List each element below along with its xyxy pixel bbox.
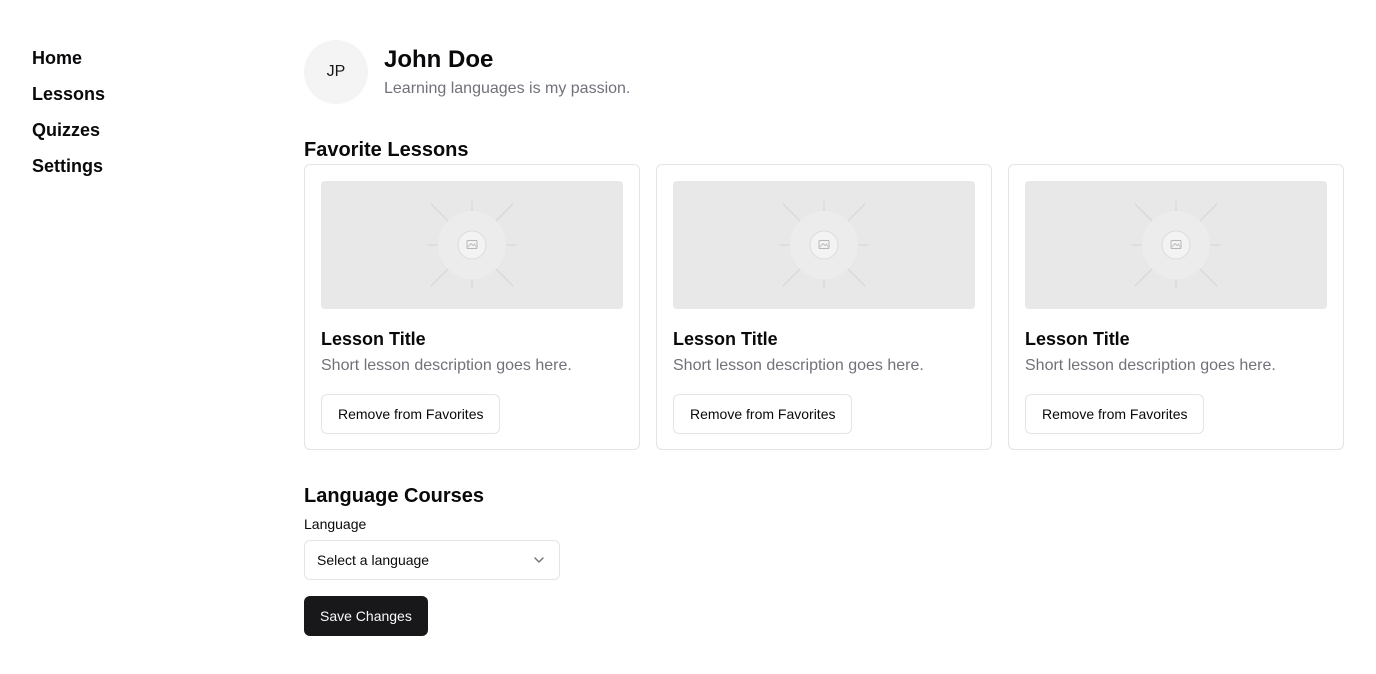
- profile-info: John Doe Learning languages is my passio…: [384, 40, 630, 101]
- profile-bio: Learning languages is my passion.: [384, 80, 631, 97]
- lesson-card: Lesson Title Short lesson description go…: [304, 164, 640, 450]
- lesson-card: Lesson Title Short lesson description go…: [656, 164, 992, 450]
- sidebar-item-settings[interactable]: Settings: [32, 148, 232, 184]
- sidebar-item-home[interactable]: Home: [32, 40, 232, 76]
- remove-from-favorites-button[interactable]: Remove from Favorites: [1025, 394, 1205, 434]
- avatar: JP: [304, 40, 368, 104]
- favorite-lessons-heading: Favorite Lessons: [304, 139, 469, 161]
- lesson-description: Short lesson description goes here.: [1025, 357, 1276, 374]
- language-select-value: Select a language: [317, 552, 430, 568]
- image-placeholder-icon: [1132, 201, 1220, 289]
- lesson-description: Short lesson description goes here.: [321, 357, 572, 374]
- lesson-image: [1025, 181, 1327, 309]
- sidebar-item-lessons[interactable]: Lessons: [32, 76, 232, 112]
- lesson-title: Lesson Title: [1025, 329, 1130, 349]
- chevron-down-icon: [534, 557, 544, 563]
- lesson-title: Lesson Title: [321, 329, 426, 349]
- lesson-card: Lesson Title Short lesson description go…: [1008, 164, 1344, 450]
- sidebar-item-quizzes[interactable]: Quizzes: [32, 112, 232, 148]
- save-changes-button[interactable]: Save Changes: [304, 596, 428, 636]
- lesson-image: [321, 181, 623, 309]
- language-courses-heading: Language Courses: [304, 485, 485, 507]
- remove-from-favorites-button[interactable]: Remove from Favorites: [673, 394, 853, 434]
- image-placeholder-icon: [780, 201, 868, 289]
- remove-from-favorites-button[interactable]: Remove from Favorites: [321, 394, 501, 434]
- language-label: Language: [304, 516, 367, 532]
- lesson-image: [673, 181, 975, 309]
- image-placeholder-icon: [428, 201, 516, 289]
- lesson-description: Short lesson description goes here.: [673, 357, 924, 374]
- favorite-lessons-list: Lesson Title Short lesson description go…: [304, 164, 1344, 450]
- profile-name: John Doe: [384, 46, 494, 73]
- sidebar: Home Lessons Quizzes Settings: [32, 40, 232, 184]
- lesson-title: Lesson Title: [673, 329, 778, 349]
- profile-header: JP John Doe Learning languages is my pas…: [304, 40, 1344, 104]
- language-select[interactable]: Select a language: [304, 540, 560, 580]
- main-content: JP John Doe Learning languages is my pas…: [304, 40, 1344, 636]
